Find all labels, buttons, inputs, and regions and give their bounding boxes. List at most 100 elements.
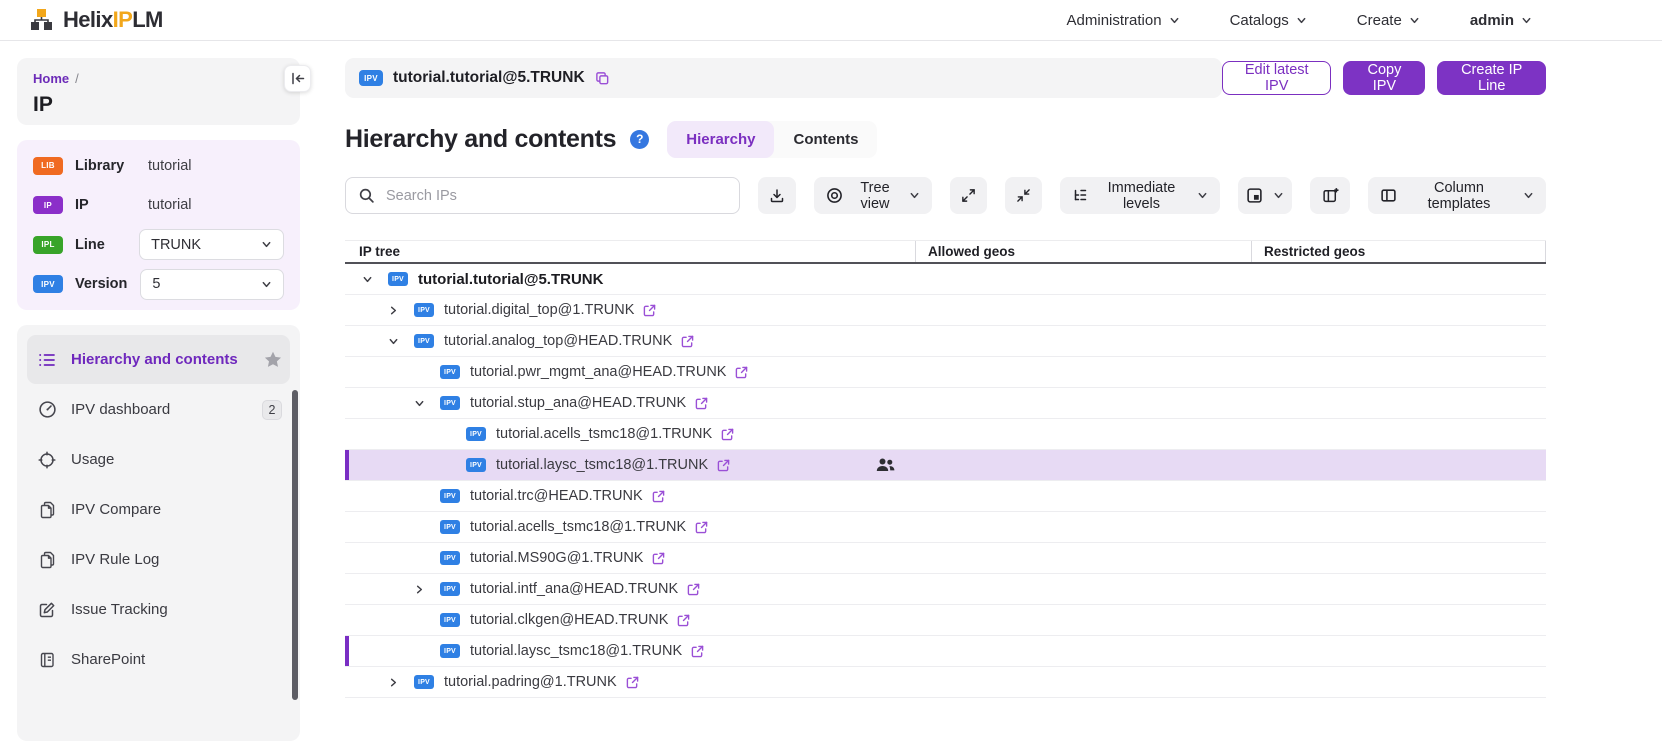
ipv-badge: IPV — [440, 396, 460, 410]
tree-row[interactable]: IPVtutorial.padring@1.TRUNK — [345, 667, 1546, 698]
ipv-context-title: tutorial.tutorial@5.TRUNK — [393, 69, 585, 87]
external-link-icon[interactable] — [677, 614, 690, 627]
sidebar-item-sharepoint[interactable]: SharePoint — [27, 635, 290, 684]
chevron-down-icon — [261, 239, 272, 250]
top-menu-catalogs[interactable]: Catalogs — [1230, 12, 1307, 29]
external-link-icon[interactable] — [695, 397, 708, 410]
toolbar-button-label: Column templates — [1405, 180, 1513, 212]
ip-badge: IP — [33, 196, 63, 214]
ip-tree-cell: IPVtutorial.stup_ana@HEAD.TRUNK — [345, 388, 915, 418]
sidebar-item-label: IPV dashboard — [71, 401, 170, 418]
breadcrumb-card: Home/ IP — [17, 58, 300, 125]
top-menu-admin[interactable]: admin — [1470, 12, 1532, 29]
chevron-right-icon[interactable] — [388, 677, 414, 688]
sidebar-scrollbar[interactable] — [292, 390, 298, 700]
tree-view-icon — [826, 187, 843, 204]
ip-tree-cell: IPVtutorial.padring@1.TRUNK — [345, 667, 915, 697]
pages-icon — [37, 551, 57, 569]
image-export-button[interactable] — [1238, 177, 1292, 214]
sidebar-item-usage[interactable]: Usage — [27, 435, 290, 484]
external-link-icon[interactable] — [626, 676, 639, 689]
tree-row[interactable]: IPVtutorial.MS90G@1.TRUNK — [345, 543, 1546, 574]
table-header: IP treeAllowed geosRestricted geos — [345, 240, 1546, 264]
top-menus: Administration Catalogs Create admin — [1067, 12, 1532, 29]
copy-ipv-button[interactable]: Copy IPV — [1343, 61, 1425, 95]
ipv-name: tutorial.tutorial@5.TRUNK — [418, 271, 603, 288]
tree-row[interactable]: IPVtutorial.trc@HEAD.TRUNK — [345, 481, 1546, 512]
chevron-down-icon — [1169, 15, 1180, 26]
select-value: TRUNK — [151, 237, 201, 253]
collapse-sidebar-button[interactable] — [284, 65, 311, 92]
help-icon[interactable]: ? — [630, 130, 649, 149]
sidebar-item-label: IPV Compare — [71, 501, 161, 518]
external-link-icon[interactable] — [721, 428, 734, 441]
external-link-icon[interactable] — [695, 521, 708, 534]
sidebar-item-hierarchy-and-contents[interactable]: Hierarchy and contents — [27, 335, 290, 384]
chevron-down-icon[interactable] — [388, 336, 414, 347]
create-ip-line-button[interactable]: Create IP Line — [1437, 61, 1546, 95]
tree-row[interactable]: IPVtutorial.laysc_tsmc18@1.TRUNK — [345, 450, 1546, 481]
line-select[interactable]: TRUNK — [139, 229, 284, 260]
column-header-ip-tree: IP tree — [345, 241, 915, 262]
search-input[interactable] — [345, 177, 740, 214]
context-label: Line — [75, 237, 126, 253]
tab-hierarchy[interactable]: Hierarchy — [667, 121, 774, 158]
tree-row[interactable]: IPVtutorial.analog_top@HEAD.TRUNK — [345, 326, 1546, 357]
chevron-right-icon[interactable] — [388, 305, 414, 316]
add-column-button[interactable] — [1310, 177, 1350, 214]
external-link-icon[interactable] — [652, 490, 665, 503]
chevron-right-icon[interactable] — [414, 584, 440, 595]
version-select[interactable]: 5 — [140, 269, 284, 300]
column-templates-icon — [1380, 187, 1397, 204]
top-menu-administration[interactable]: Administration — [1067, 12, 1180, 29]
expand-all-button[interactable] — [950, 177, 987, 214]
tree-row[interactable]: IPVtutorial.laysc_tsmc18@1.TRUNK — [345, 636, 1546, 667]
ipv-name: tutorial.analog_top@HEAD.TRUNK — [444, 333, 672, 349]
breadcrumb-home-link[interactable]: Home — [33, 71, 69, 86]
collapse-all-button[interactable] — [1005, 177, 1042, 214]
tree-row[interactable]: IPVtutorial.acells_tsmc18@1.TRUNK — [345, 512, 1546, 543]
ip-tree-cell: IPVtutorial.clkgen@HEAD.TRUNK — [345, 605, 915, 635]
external-link-icon[interactable] — [643, 304, 656, 317]
external-link-icon[interactable] — [652, 552, 665, 565]
immediate-levels-button[interactable]: Immediate levels — [1060, 177, 1220, 214]
tree-row[interactable]: IPVtutorial.acells_tsmc18@1.TRUNK — [345, 419, 1546, 450]
tab-group: HierarchyContents — [667, 121, 877, 158]
external-link-icon[interactable] — [691, 645, 704, 658]
sidebar-item-ipv-dashboard[interactable]: IPV dashboard2 — [27, 385, 290, 434]
external-link-icon[interactable] — [681, 335, 694, 348]
tree-row[interactable]: IPVtutorial.digital_top@1.TRUNK — [345, 295, 1546, 326]
download-button[interactable] — [758, 177, 796, 214]
edit-latest-ipv-button[interactable]: Edit latest IPV — [1222, 61, 1331, 95]
sidebar-item-issue-tracking[interactable]: Issue Tracking — [27, 585, 290, 634]
tree-row[interactable]: IPVtutorial.pwr_mgmt_ana@HEAD.TRUNK — [345, 357, 1546, 388]
star-icon[interactable] — [264, 351, 282, 368]
copy-icon[interactable] — [595, 71, 610, 86]
org-chart-icon — [30, 8, 54, 32]
external-link-icon[interactable] — [717, 459, 730, 472]
tree-row[interactable]: IPVtutorial.intf_ana@HEAD.TRUNK — [345, 574, 1546, 605]
helix-iplm-logo[interactable]: HelixIPLM — [30, 7, 163, 33]
select-value: 5 — [152, 276, 160, 292]
tree-row[interactable]: IPVtutorial.tutorial@5.TRUNK — [345, 264, 1546, 295]
section-title-row: Hierarchy and contents ? HierarchyConten… — [345, 121, 1546, 157]
tab-contents[interactable]: Contents — [774, 121, 877, 158]
ip-tree-cell: IPVtutorial.analog_top@HEAD.TRUNK — [345, 326, 915, 356]
top-menu-label: admin — [1470, 12, 1514, 29]
ipv-name: tutorial.acells_tsmc18@1.TRUNK — [470, 519, 686, 535]
chevron-down-icon[interactable] — [414, 398, 440, 409]
external-link-icon[interactable] — [687, 583, 700, 596]
sidebar-item-label: Hierarchy and contents — [71, 351, 238, 368]
tree-view-button[interactable]: Tree view — [814, 177, 932, 214]
external-link-icon[interactable] — [735, 366, 748, 379]
tree-row[interactable]: IPVtutorial.clkgen@HEAD.TRUNK — [345, 605, 1546, 636]
levels-icon — [1072, 188, 1088, 204]
column-templates-button[interactable]: Column templates — [1368, 177, 1546, 214]
chevron-down-icon[interactable] — [362, 274, 388, 285]
sidebar-item-ipv-rule-log[interactable]: IPV Rule Log — [27, 535, 290, 584]
sidebar-item-ipv-compare[interactable]: IPV Compare — [27, 485, 290, 534]
column-header-restricted-geos: Restricted geos — [1251, 241, 1546, 262]
top-menu-create[interactable]: Create — [1357, 12, 1420, 29]
top-menu-label: Administration — [1067, 12, 1162, 29]
tree-row[interactable]: IPVtutorial.stup_ana@HEAD.TRUNK — [345, 388, 1546, 419]
